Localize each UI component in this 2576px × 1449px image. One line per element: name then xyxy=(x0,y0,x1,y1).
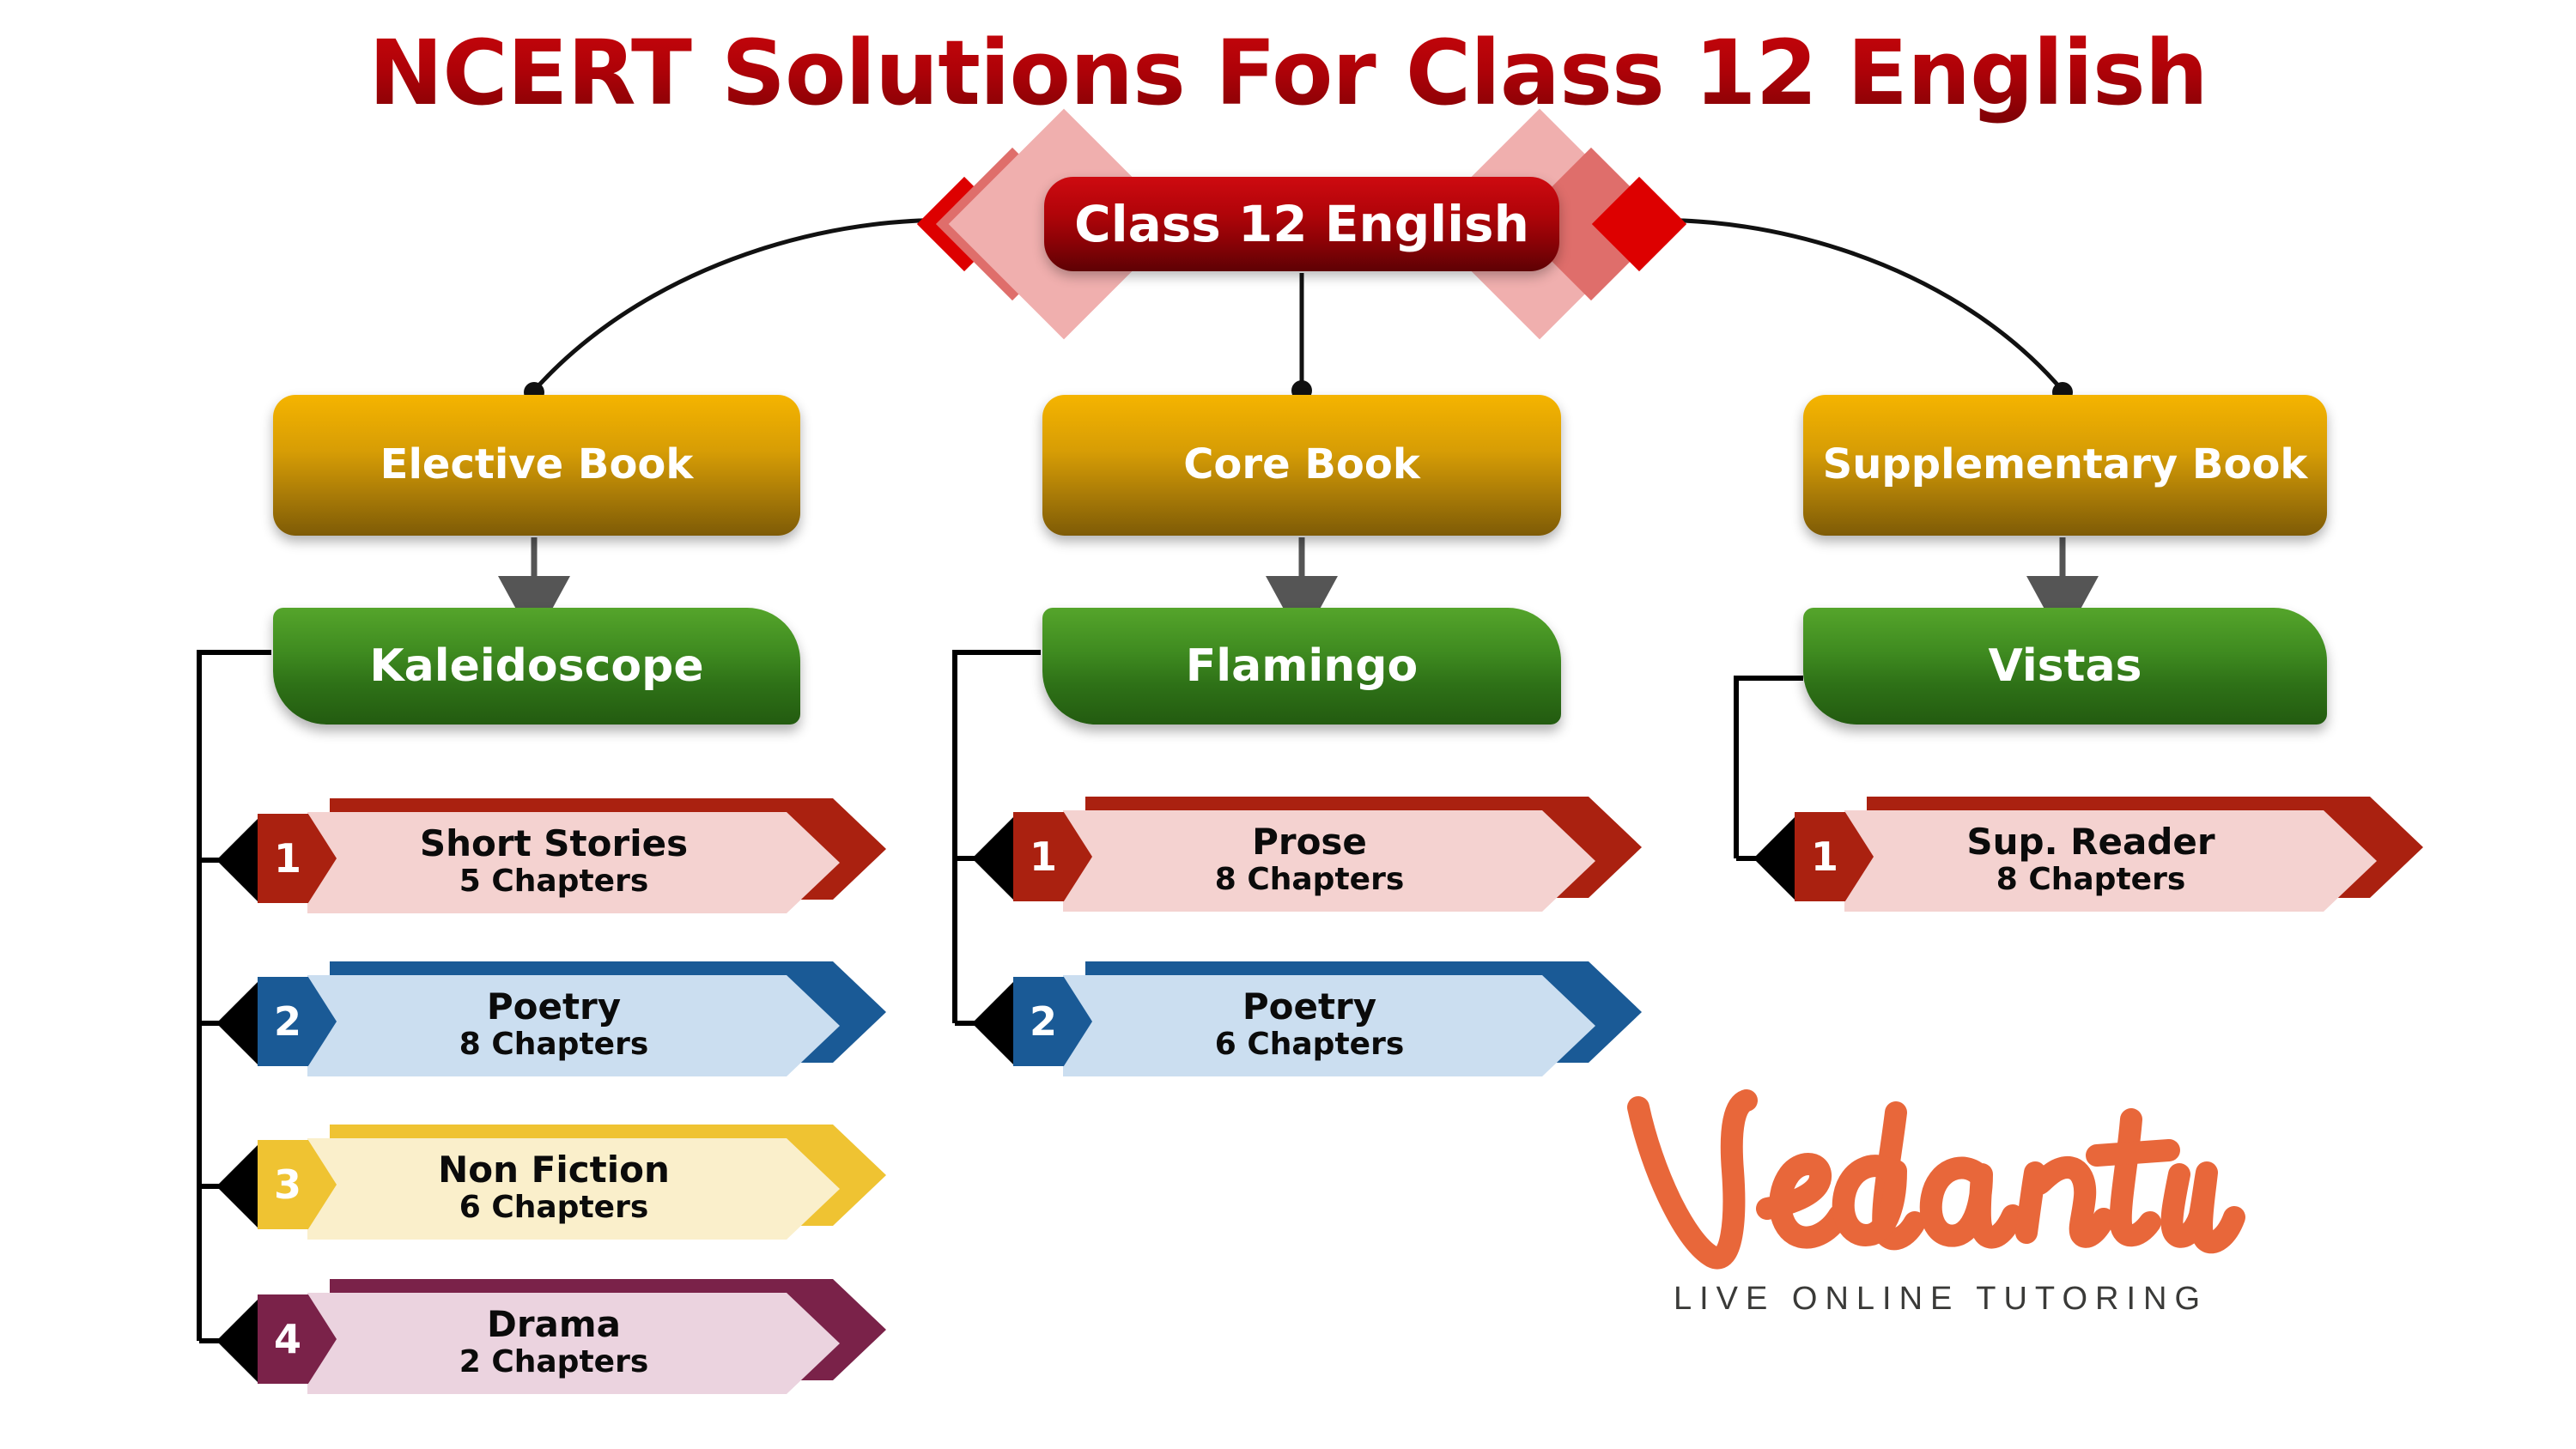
root-node-label: Class 12 English xyxy=(1074,195,1529,253)
section-title: Short Stories xyxy=(419,822,689,865)
section-number: 1 xyxy=(1810,834,1838,880)
diagram-canvas: NCERT Solutions For Class 12 English Cla… xyxy=(0,0,2576,1449)
section-number: 3 xyxy=(273,1161,301,1208)
section-chapters: 8 Chapters xyxy=(1996,862,2186,898)
section-title: Non Fiction xyxy=(438,1149,670,1191)
section-row[interactable]: Sup. Reader 8 Chapters 1 xyxy=(1795,805,2353,912)
section-row[interactable]: Drama 2 Chapters 4 xyxy=(258,1288,816,1394)
section-number: 2 xyxy=(273,998,301,1045)
node-book-type-label: Supplementary Book xyxy=(1822,440,2308,489)
section-arrow-body: Short Stories 5 Chapters xyxy=(307,812,840,913)
node-book-name-label: Vistas xyxy=(1988,640,2142,692)
section-arrow-body: Prose 8 Chapters xyxy=(1063,810,1595,912)
section-row[interactable]: Short Stories 5 Chapters 1 xyxy=(258,807,816,913)
vedantu-logo: LIVE ONLINE TUTORING xyxy=(1623,1088,2258,1346)
section-row[interactable]: Poetry 6 Chapters 2 xyxy=(1013,970,1571,1076)
section-chapters: 8 Chapters xyxy=(459,1027,649,1063)
section-arrow-body: Sup. Reader 8 Chapters xyxy=(1844,810,2377,912)
section-title: Prose xyxy=(1252,821,1367,864)
section-arrow-body: Poetry 6 Chapters xyxy=(1063,975,1595,1076)
section-chapters: 6 Chapters xyxy=(459,1190,649,1226)
section-number: 2 xyxy=(1029,998,1057,1045)
node-book-name-label: Flamingo xyxy=(1185,640,1419,692)
node-book-type-elective[interactable]: Elective Book xyxy=(273,395,800,536)
section-number: 4 xyxy=(273,1316,301,1362)
node-book-name-kaleidoscope[interactable]: Kaleidoscope xyxy=(273,608,800,724)
section-number: 1 xyxy=(273,835,301,882)
node-book-type-label: Core Book xyxy=(1183,440,1420,489)
section-chapters: 2 Chapters xyxy=(459,1344,649,1380)
section-title: Sup. Reader xyxy=(1966,821,2215,864)
node-book-name-flamingo[interactable]: Flamingo xyxy=(1042,608,1561,724)
vedantu-tagline: LIVE ONLINE TUTORING xyxy=(1673,1281,2208,1317)
section-title: Poetry xyxy=(486,985,622,1028)
vedantu-wordmark-icon xyxy=(1627,1089,2245,1270)
node-book-type-core[interactable]: Core Book xyxy=(1042,395,1561,536)
node-book-type-label: Elective Book xyxy=(380,440,694,489)
section-title: Drama xyxy=(486,1303,622,1346)
root-node-class-12-english[interactable]: Class 12 English xyxy=(1044,177,1559,271)
section-title: Poetry xyxy=(1242,985,1377,1028)
section-row[interactable]: Poetry 8 Chapters 2 xyxy=(258,970,816,1076)
section-arrow-body: Poetry 8 Chapters xyxy=(307,975,840,1076)
section-arrow-body: Non Fiction 6 Chapters xyxy=(307,1138,840,1240)
section-chapters: 6 Chapters xyxy=(1214,1027,1405,1063)
section-arrow-body: Drama 2 Chapters xyxy=(307,1293,840,1394)
section-row[interactable]: Prose 8 Chapters 1 xyxy=(1013,805,1571,912)
node-book-name-label: Kaleidoscope xyxy=(369,640,704,692)
section-row[interactable]: Non Fiction 6 Chapters 3 xyxy=(258,1133,816,1240)
section-number: 1 xyxy=(1029,834,1057,880)
node-book-name-vistas[interactable]: Vistas xyxy=(1803,608,2327,724)
node-book-type-supplementary[interactable]: Supplementary Book xyxy=(1803,395,2327,536)
root-diamond-right-outer xyxy=(1591,176,1687,272)
section-chapters: 8 Chapters xyxy=(1214,862,1405,898)
section-chapters: 5 Chapters xyxy=(459,864,649,900)
